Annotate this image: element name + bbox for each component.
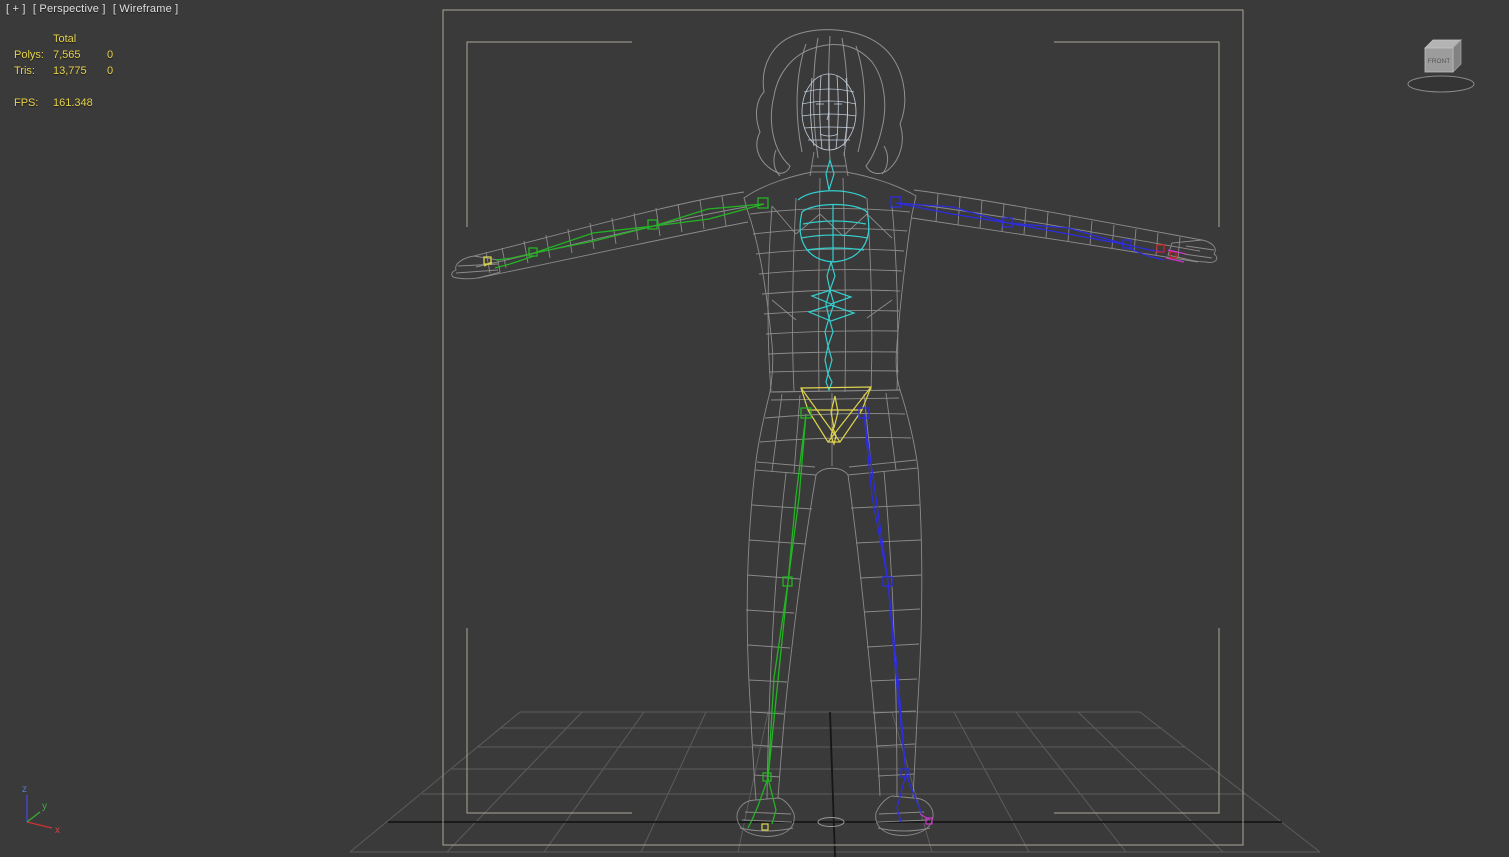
viewport-menu-pov[interactable]: [ Perspective ] <box>33 3 106 15</box>
stats-fps-label: FPS: <box>14 97 39 109</box>
stats-tris-delta: 0 <box>107 65 114 77</box>
viewport-menu-general[interactable]: [ + ] <box>6 3 26 15</box>
character-model[interactable] <box>451 29 1218 837</box>
viewport-statistics: Total Polys: 7,565 0 Tris: 13,775 0 FPS:… <box>14 33 214 123</box>
stats-tris-value: 13,775 <box>53 65 87 77</box>
left-foot-tip <box>761 823 769 831</box>
axis-label-z: z <box>22 784 27 795</box>
skeleton-rig <box>483 157 1187 831</box>
stats-polys-label: Polys: <box>14 49 44 61</box>
safe-frame <box>442 9 1244 846</box>
stats-polys-value: 7,565 <box>53 49 81 61</box>
viewport-menu-shading[interactable]: [ Wireframe ] <box>113 3 179 15</box>
stats-tris-label: Tris: <box>14 65 35 77</box>
viewcube[interactable]: FRONT <box>1395 26 1491 98</box>
left-arm-bones <box>494 197 769 269</box>
axis-label-y: y <box>42 801 47 812</box>
stats-fps-value: 161.348 <box>53 97 93 109</box>
stats-polys-delta: 0 <box>107 49 114 61</box>
face-mesh <box>801 73 857 151</box>
stats-header-total: Total <box>53 33 77 45</box>
hair-mesh <box>756 29 906 177</box>
right-leg-bones <box>858 407 923 823</box>
viewcube-front-label: FRONT <box>1428 58 1450 65</box>
spine-bones <box>797 157 870 392</box>
viewcube-compass-ring[interactable] <box>1407 75 1475 93</box>
body-mesh <box>451 151 1218 837</box>
grid-axes <box>388 711 1282 857</box>
perspective-viewport[interactable]: z x y [ + ] [ Perspective ] [ Wireframe … <box>0 0 1509 857</box>
scene-3d[interactable]: z x y <box>0 0 1509 857</box>
axis-label-x: x <box>55 825 60 836</box>
axis-tripod: z x y <box>22 784 60 836</box>
left-leg-bones <box>747 407 812 829</box>
viewport-label-bar: [ + ] [ Perspective ] [ Wireframe ] <box>6 3 182 15</box>
